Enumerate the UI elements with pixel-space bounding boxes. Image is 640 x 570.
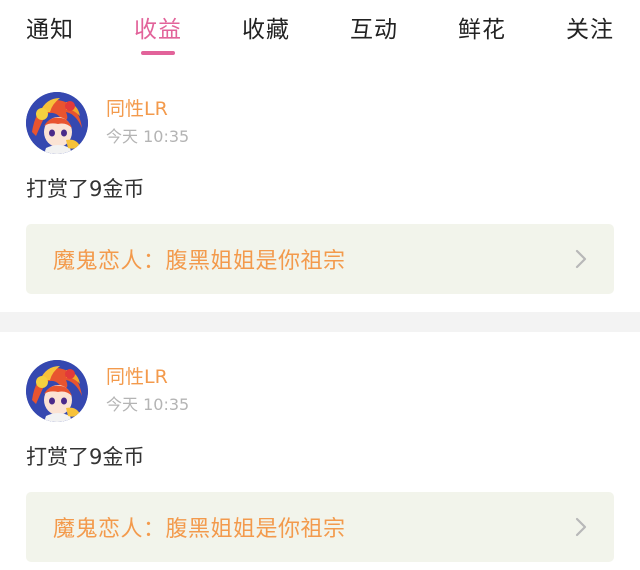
tab-label: 收藏: [242, 17, 290, 43]
active-tab-indicator: [141, 51, 175, 55]
tab-favorites[interactable]: 收藏: [242, 0, 290, 44]
book-title: 魔鬼恋人：腹黑姐姐是你祖宗: [53, 517, 346, 542]
book-link[interactable]: 魔鬼恋人：腹黑姐姐是你祖宗: [26, 492, 614, 562]
anime-avatar-icon: [26, 92, 88, 154]
tab-label: 收益: [134, 17, 182, 43]
tab-following[interactable]: 关注: [566, 0, 614, 44]
user-row: 同性LR 今天 10:35: [26, 360, 614, 422]
user-row: 同性LR 今天 10:35: [26, 92, 614, 154]
user-meta: 同性LR 今天 10:35: [106, 360, 189, 415]
book-link[interactable]: 魔鬼恋人：腹黑姐姐是你祖宗: [26, 224, 614, 294]
avatar[interactable]: [26, 92, 88, 154]
tab-interactions[interactable]: 互动: [350, 0, 398, 44]
notification-card: 同性LR 今天 10:35 打赏了9金币 魔鬼恋人：腹黑姐姐是你祖宗: [0, 332, 640, 570]
timestamp: 今天 10:35: [106, 127, 190, 146]
tab-label: 互动: [350, 17, 398, 43]
tab-earnings[interactable]: 收益: [134, 0, 182, 55]
reward-message: 打赏了9金币: [26, 177, 145, 201]
tab-label: 通知: [26, 17, 74, 43]
tab-flowers[interactable]: 鲜花: [458, 0, 506, 44]
tab-bar: 通知 收益 收藏 互动 鲜花 关注: [0, 0, 640, 64]
reward-message: 打赏了9金币: [26, 445, 145, 469]
chevron-right-icon: [575, 517, 587, 537]
notification-card: 同性LR 今天 10:35 打赏了9金币 魔鬼恋人：腹黑姐姐是你祖宗: [0, 64, 640, 312]
tab-label: 鲜花: [458, 17, 506, 43]
chevron-right-icon: [575, 249, 587, 269]
user-meta: 同性LR 今天 10:35: [106, 92, 189, 147]
username[interactable]: 同性LR: [106, 366, 189, 388]
tab-label: 关注: [566, 17, 614, 43]
timestamp: 今天 10:35: [106, 395, 190, 414]
book-title: 魔鬼恋人：腹黑姐姐是你祖宗: [53, 249, 346, 274]
tab-notifications[interactable]: 通知: [26, 0, 74, 44]
avatar[interactable]: [26, 360, 88, 422]
anime-avatar-icon: [26, 360, 88, 422]
section-divider: [0, 312, 640, 332]
username[interactable]: 同性LR: [106, 98, 189, 120]
